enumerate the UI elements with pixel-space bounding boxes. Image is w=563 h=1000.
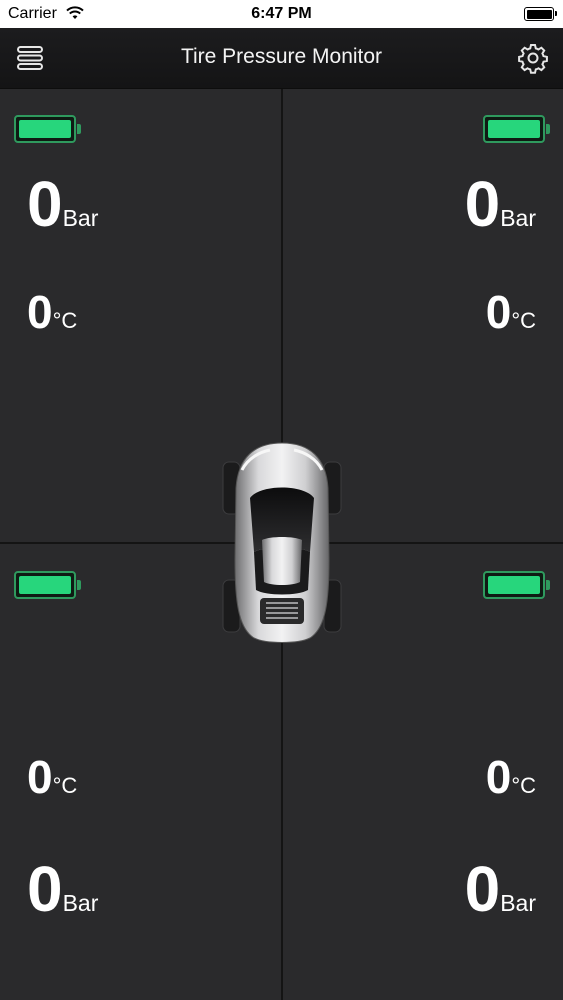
front-left-temperature-unit: °C bbox=[52, 308, 78, 333]
car-icon bbox=[222, 442, 342, 643]
nav-bar: Tire Pressure Monitor bbox=[0, 28, 563, 89]
rear-right-temperature: 0°C bbox=[486, 754, 536, 800]
front-right-battery-icon bbox=[483, 115, 550, 143]
front-left-pressure-unit: Bar bbox=[62, 205, 99, 231]
rear-right-temperature-unit: °C bbox=[511, 773, 536, 798]
rear-left-temperature: 0°C bbox=[27, 754, 77, 800]
rear-left-temperature-unit: °C bbox=[52, 773, 78, 798]
rear-right-pressure-value: 0 bbox=[464, 853, 501, 925]
page-title: Tire Pressure Monitor bbox=[180, 45, 383, 68]
rear-right-pressure-unit: Bar bbox=[500, 890, 536, 916]
front-left-pressure-value: 0 bbox=[27, 168, 63, 240]
front-right-temperature-value: 0 bbox=[485, 286, 512, 338]
rear-left-battery-icon bbox=[14, 571, 81, 599]
front-right-pressure: 0Bar bbox=[465, 172, 536, 236]
front-left-battery-icon bbox=[14, 115, 81, 143]
rear-left-pressure-unit: Bar bbox=[62, 890, 99, 916]
front-left-pressure: 0Bar bbox=[27, 172, 98, 236]
rear-right-battery-icon bbox=[483, 571, 550, 599]
gear-icon[interactable] bbox=[517, 42, 549, 74]
rear-right-temperature-value: 0 bbox=[485, 751, 512, 803]
rear-left-pressure: 0Bar bbox=[27, 857, 98, 921]
status-time: 6:47 PM bbox=[251, 5, 312, 22]
status-bar: Carrier 6:47 PM bbox=[0, 0, 563, 28]
front-right-pressure-unit: Bar bbox=[500, 205, 536, 231]
rear-left-temperature-value: 0 bbox=[27, 751, 53, 803]
front-left-temperature: 0°C bbox=[27, 289, 77, 335]
device-battery-icon bbox=[524, 7, 557, 21]
rear-right-pressure: 0Bar bbox=[465, 857, 536, 921]
front-right-temperature: 0°C bbox=[486, 289, 536, 335]
rear-left-pressure-value: 0 bbox=[27, 853, 63, 925]
front-left-temperature-value: 0 bbox=[27, 286, 53, 338]
front-right-temperature-unit: °C bbox=[511, 308, 536, 333]
front-right-pressure-value: 0 bbox=[464, 168, 501, 240]
